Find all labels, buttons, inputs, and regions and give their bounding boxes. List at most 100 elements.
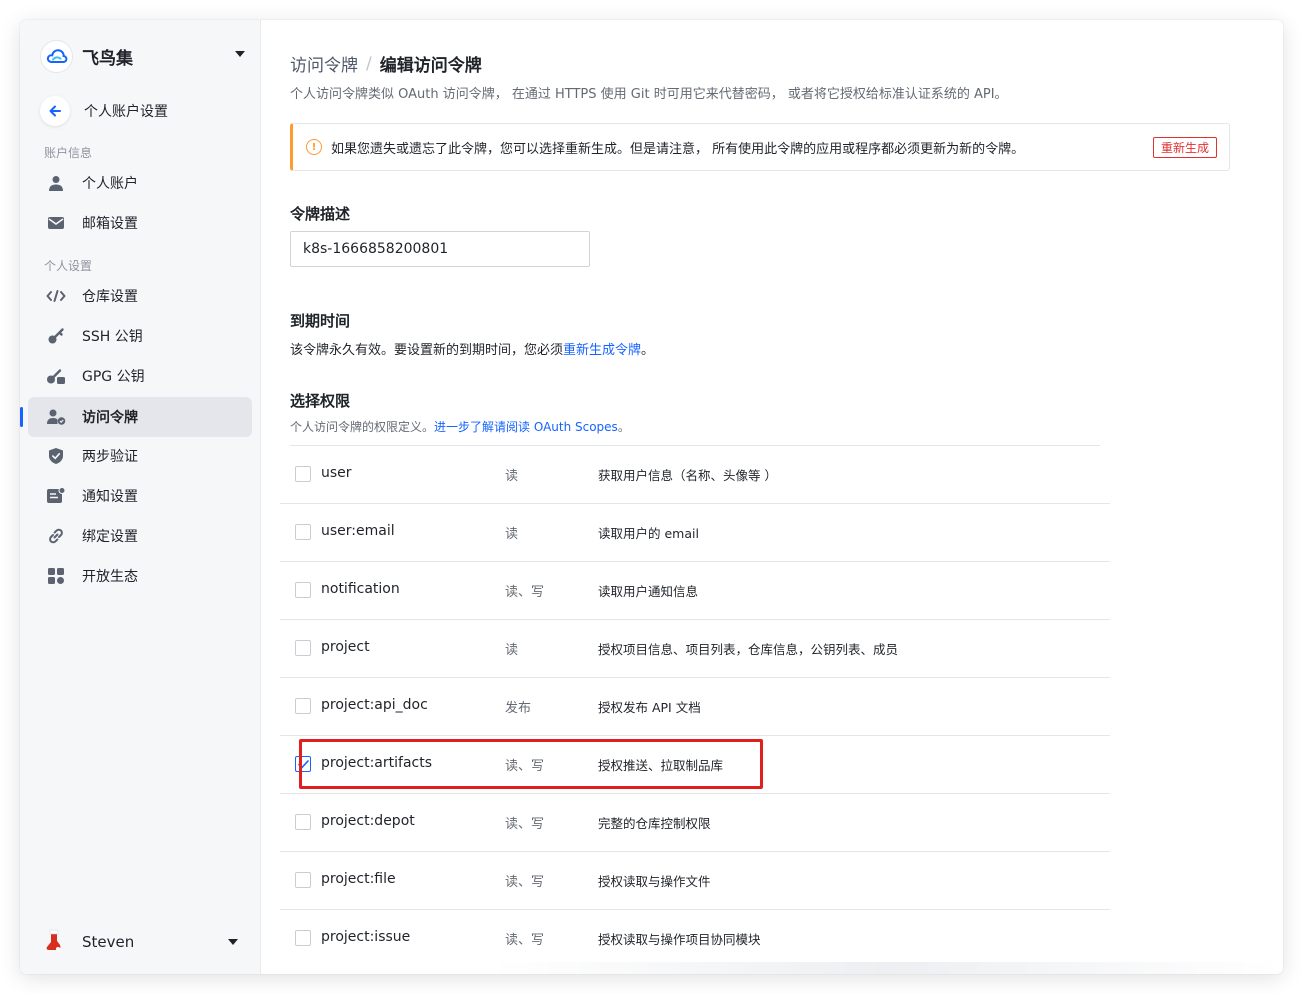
expire-text: 该令牌永久有效。要设置新的到期时间，您必须重新生成令牌。 bbox=[290, 339, 654, 358]
token-description-title: 令牌描述 bbox=[290, 205, 351, 223]
permissions-title: 选择权限 bbox=[290, 392, 351, 410]
permission-access: 读 bbox=[505, 469, 519, 484]
sidebar-item-repo[interactable]: 仓库设置 bbox=[28, 276, 252, 316]
table-row: project:api_doc 发布 授权发布 API 文档 bbox=[280, 678, 1110, 736]
shield-icon bbox=[46, 446, 66, 466]
section-label-account: 账户信息 bbox=[44, 146, 93, 160]
sidebar-item-label: GPG 公钥 bbox=[82, 369, 145, 385]
table-row: project 读 授权项目信息、项目列表，仓库信息，公钥列表、成员 bbox=[280, 620, 1110, 678]
breadcrumb-separator: / bbox=[366, 53, 372, 74]
user-menu[interactable]: Steven bbox=[44, 928, 244, 956]
permissions-desc-after: 。 bbox=[617, 420, 630, 434]
caret-down-icon[interactable] bbox=[235, 51, 245, 57]
token-user-icon bbox=[46, 407, 66, 427]
permission-access: 发布 bbox=[505, 701, 532, 716]
permission-checkbox[interactable] bbox=[295, 466, 311, 482]
permission-access: 读、写 bbox=[505, 933, 545, 948]
token-description-input[interactable] bbox=[290, 231, 590, 267]
scroll-shadow bbox=[491, 962, 1283, 974]
sidebar-item-2fa[interactable]: 两步验证 bbox=[28, 436, 252, 476]
permission-name: user bbox=[321, 465, 352, 481]
user-icon bbox=[46, 173, 66, 193]
link-icon bbox=[46, 526, 66, 546]
sidebar-item-label: 邮箱设置 bbox=[82, 216, 138, 232]
caret-down-icon[interactable] bbox=[228, 939, 238, 945]
permission-access: 读 bbox=[505, 527, 519, 542]
sidebar: 飞鸟集 个人账户设置 账户信息 个人账户 邮箱设置 个人设置 仓库设置 SSH … bbox=[20, 20, 261, 974]
table-row: notification 读、写 读取用户通知信息 bbox=[280, 562, 1110, 620]
check-icon bbox=[297, 759, 309, 768]
page-title: 编辑访问令牌 bbox=[379, 56, 482, 76]
warning-icon: ! bbox=[306, 139, 322, 155]
permission-checkbox[interactable] bbox=[295, 814, 311, 830]
permission-checkbox-checked[interactable] bbox=[295, 756, 311, 772]
sidebar-item-label: 个人账户 bbox=[82, 176, 138, 192]
sidebar-item-access-token[interactable]: 访问令牌 bbox=[20, 397, 252, 437]
back-label: 个人账户设置 bbox=[84, 104, 168, 120]
permission-checkbox[interactable] bbox=[295, 698, 311, 714]
permission-checkbox[interactable] bbox=[295, 930, 311, 946]
permission-info: 完整的仓库控制权限 bbox=[598, 816, 711, 831]
table-row: project:issue 读、写 授权读取与操作项目协同模块 bbox=[280, 910, 1110, 968]
table-row: user:email 读 读取用户的 email bbox=[280, 504, 1110, 562]
sidebar-item-ecosystem[interactable]: 开放生态 bbox=[28, 556, 252, 596]
permission-info: 读取用户通知信息 bbox=[598, 584, 699, 599]
key-icon bbox=[46, 326, 66, 346]
notification-icon bbox=[46, 486, 66, 506]
sidebar-item-label: 绑定设置 bbox=[82, 529, 138, 545]
team-switcher[interactable]: 飞鸟集 bbox=[40, 39, 245, 73]
permission-checkbox[interactable] bbox=[295, 582, 311, 598]
sidebar-item-binding[interactable]: 绑定设置 bbox=[28, 516, 252, 556]
app-window: 飞鸟集 个人账户设置 账户信息 个人账户 邮箱设置 个人设置 仓库设置 SSH … bbox=[20, 20, 1283, 974]
breadcrumb-parent[interactable]: 访问令牌 bbox=[290, 51, 358, 76]
warning-alert: ! 如果您遗失或遗忘了此令牌，您可以选择重新生成。但是请注意， 所有使用此令牌的… bbox=[290, 123, 1230, 171]
permission-info: 获取用户信息（名称、头像等 ） bbox=[598, 468, 777, 483]
apps-icon bbox=[46, 566, 66, 586]
table-row: project:artifacts 读、写 授权推送、拉取制品库 bbox=[280, 736, 1110, 794]
cloud-logo-icon bbox=[40, 39, 73, 73]
sidebar-item-email[interactable]: 邮箱设置 bbox=[28, 203, 252, 243]
sidebar-item-label: 仓库设置 bbox=[82, 289, 138, 305]
sidebar-item-account[interactable]: 个人账户 bbox=[28, 163, 252, 203]
permissions-table: user 读 获取用户信息（名称、头像等 ） user:email 读 读取用户… bbox=[280, 446, 1110, 968]
main-content: 访问令牌 / 编辑访问令牌 个人访问令牌类似 OAuth 访问令牌， 在通过 H… bbox=[261, 20, 1283, 974]
permission-info: 授权推送、拉取制品库 bbox=[598, 758, 724, 773]
permission-name: project:file bbox=[321, 871, 396, 887]
alert-text: 如果您遗失或遗忘了此令牌，您可以选择重新生成。但是请注意， 所有使用此令牌的应用… bbox=[331, 141, 1025, 157]
sidebar-item-label: 访问令牌 bbox=[82, 410, 138, 426]
sidebar-item-ssh[interactable]: SSH 公钥 bbox=[28, 316, 252, 356]
expire-text-after: 。 bbox=[641, 343, 655, 358]
permission-name: project:depot bbox=[321, 813, 415, 829]
expire-title: 到期时间 bbox=[290, 312, 351, 330]
permission-access: 读、写 bbox=[505, 759, 545, 774]
permissions-desc-before: 个人访问令牌的权限定义。 bbox=[290, 420, 435, 434]
page-subtitle: 个人访问令牌类似 OAuth 访问令牌， 在通过 HTTPS 使用 Git 时可… bbox=[290, 87, 1008, 102]
breadcrumb: 访问令牌 / 编辑访问令牌 bbox=[290, 51, 482, 77]
permission-name: project:api_doc bbox=[321, 697, 428, 713]
permission-checkbox[interactable] bbox=[295, 524, 311, 540]
permission-access: 读 bbox=[505, 643, 519, 658]
code-icon bbox=[46, 286, 66, 306]
oauth-scopes-link[interactable]: 进一步了解请阅读 OAuth Scopes bbox=[434, 420, 618, 434]
permission-checkbox[interactable] bbox=[295, 640, 311, 656]
permission-info: 授权读取与操作项目协同模块 bbox=[598, 932, 761, 947]
arrow-left-icon[interactable] bbox=[40, 96, 70, 126]
permission-access: 读、写 bbox=[505, 875, 545, 890]
team-name: 飞鸟集 bbox=[82, 48, 133, 69]
permissions-description: 个人访问令牌的权限定义。进一步了解请阅读 OAuth Scopes。 bbox=[290, 418, 630, 435]
permission-access: 读、写 bbox=[505, 585, 545, 600]
sidebar-item-gpg[interactable]: GPG 公钥 bbox=[28, 356, 252, 396]
regenerate-token-link[interactable]: 重新生成令牌 bbox=[563, 343, 641, 358]
regenerate-button[interactable]: 重新生成 bbox=[1152, 137, 1217, 158]
permission-info: 授权读取与操作文件 bbox=[598, 874, 711, 889]
permission-info: 读取用户的 email bbox=[598, 526, 699, 541]
gpg-key-icon bbox=[46, 366, 66, 386]
sidebar-item-notification[interactable]: 通知设置 bbox=[28, 476, 252, 516]
back-to-account-settings[interactable]: 个人账户设置 bbox=[40, 96, 168, 126]
expire-text-before: 该令牌永久有效。要设置新的到期时间，您必须 bbox=[290, 343, 564, 358]
permission-name: user:email bbox=[321, 523, 395, 539]
user-name: Steven bbox=[82, 933, 135, 951]
permission-checkbox[interactable] bbox=[295, 872, 311, 888]
table-row: project:file 读、写 授权读取与操作文件 bbox=[280, 852, 1110, 910]
sidebar-item-label: 通知设置 bbox=[82, 489, 138, 505]
